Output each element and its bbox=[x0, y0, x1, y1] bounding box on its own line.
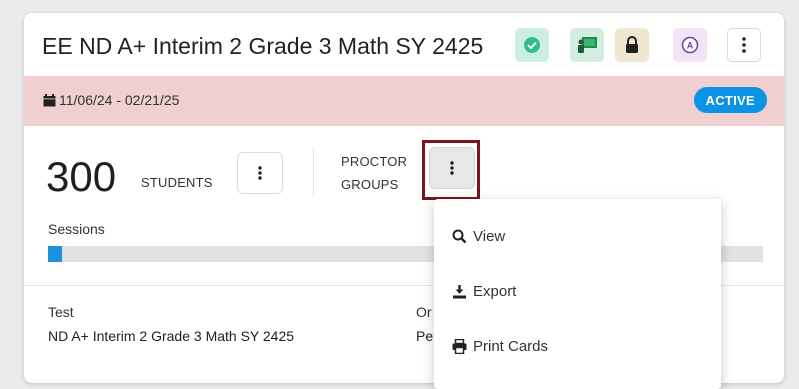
student-count: 300 bbox=[46, 153, 117, 200]
test-label: Test bbox=[48, 304, 74, 320]
lock-button[interactable] bbox=[615, 28, 649, 62]
test-value: ND A+ Interim 2 Grade 3 Math SY 2425 bbox=[48, 328, 295, 344]
lock-icon bbox=[626, 36, 638, 53]
proctor-groups-dropdown-menu: View Export Print Cards bbox=[434, 199, 721, 389]
sessions-progress-fill bbox=[48, 246, 63, 262]
presenter-board-icon bbox=[578, 37, 597, 53]
calendar-icon bbox=[43, 93, 56, 106]
card-title: EE ND A+ Interim 2 Grade 3 Math SY 2425 bbox=[42, 33, 484, 59]
menu-item-label: Export bbox=[473, 283, 517, 300]
proctor-label: PROCTOR bbox=[341, 154, 408, 169]
card-menu-button[interactable] bbox=[727, 28, 761, 62]
students-label: STUDENTS bbox=[141, 175, 213, 190]
groups-label: GROUPS bbox=[341, 177, 399, 192]
presenter-button[interactable] bbox=[570, 28, 604, 62]
date-range: 11/06/24 - 02/21/25 bbox=[43, 92, 179, 108]
date-range-text: 11/06/24 - 02/21/25 bbox=[59, 92, 180, 108]
date-band: 11/06/24 - 02/21/25 ACTIVE bbox=[24, 76, 784, 126]
students-menu-button[interactable] bbox=[237, 152, 283, 194]
download-icon bbox=[453, 285, 466, 299]
status-badge: ACTIVE bbox=[693, 87, 767, 113]
highlight-outline bbox=[422, 140, 480, 200]
search-icon bbox=[452, 229, 467, 244]
status-check-button[interactable] bbox=[515, 28, 549, 62]
menu-item-print-cards[interactable]: Print Cards bbox=[452, 338, 548, 355]
printer-icon bbox=[452, 339, 467, 354]
check-badge-icon bbox=[524, 37, 540, 53]
kebab-menu-icon bbox=[742, 37, 746, 53]
kebab-menu-icon bbox=[258, 166, 262, 180]
menu-item-export[interactable]: Export bbox=[452, 283, 516, 300]
sessions-label: Sessions bbox=[48, 221, 105, 237]
column2-label: Or bbox=[416, 304, 432, 320]
accommodation-button[interactable]: A bbox=[673, 28, 707, 62]
divider bbox=[313, 148, 314, 196]
menu-item-view[interactable]: View bbox=[452, 228, 505, 245]
accommodation-a-icon: A bbox=[681, 36, 699, 54]
menu-item-label: View bbox=[473, 228, 506, 245]
svg-text:A: A bbox=[687, 41, 694, 51]
column2-value: Pe bbox=[416, 328, 434, 344]
menu-item-label: Print Cards bbox=[473, 338, 549, 355]
